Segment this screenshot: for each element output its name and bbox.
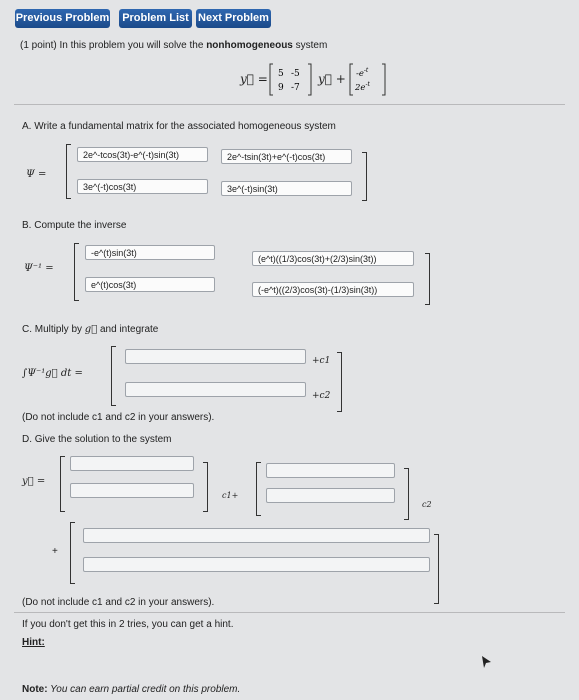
c2-coefficient-label: c2: [422, 500, 432, 509]
hint-link[interactable]: Hint:: [22, 637, 45, 648]
integral-expression: ∫Ψ⁻¹g⃗ dt =: [22, 368, 83, 379]
plus-c1-label: +c1: [312, 356, 331, 366]
system-lhs: y⃗ =: [240, 72, 268, 86]
psi-symbol: Ψ =: [26, 169, 47, 180]
divider-bottom: [14, 612, 565, 613]
psi-inverse-symbol: Ψ⁻¹ =: [24, 263, 54, 274]
inverse-cell-21[interactable]: e^(t)cos(3t): [85, 277, 215, 292]
inverse-cell-22[interactable]: (-e^t)((2/3)cos(3t)-(1/3)sin(3t)): [252, 282, 414, 297]
solution-vec2-cell-1[interactable]: [266, 463, 395, 478]
forcing-top: -e-t: [356, 67, 369, 79]
system-mid: y⃗ +: [318, 72, 346, 86]
part-c-label: C. Multiply by g⃗ and integrate: [22, 324, 159, 335]
part-d-label: D. Give the solution to the system: [22, 434, 172, 445]
solution-particular-cell-2[interactable]: [83, 557, 430, 572]
solution-right-bracket-3: [434, 534, 439, 604]
next-problem-button[interactable]: Next Problem: [196, 9, 271, 28]
solution-plus-sign: +: [52, 546, 58, 557]
psi-left-bracket: [66, 144, 71, 199]
matrix-a21: 9: [278, 83, 284, 93]
part-a-label: A. Write a fundamental matrix for the as…: [22, 121, 336, 132]
integral-right-bracket: [337, 352, 342, 412]
inverse-cell-11[interactable]: -e^(t)sin(3t): [85, 245, 215, 260]
psi-cell-21[interactable]: 3e^(-t)cos(3t): [77, 179, 208, 194]
part-c-note: (Do not include c1 and c2 in your answer…: [22, 412, 215, 423]
c1-coefficient-label: c1+: [222, 491, 239, 500]
solution-left-bracket-1: [60, 456, 65, 512]
part-d-note: (Do not include c1 and c2 in your answer…: [22, 597, 215, 608]
system-matrix-brackets: 5 -5 9 -7: [269, 63, 312, 96]
mouse-cursor-icon: [482, 656, 491, 668]
solution-right-bracket-2: [404, 468, 409, 520]
solution-left-bracket-3: [70, 522, 75, 584]
previous-problem-button[interactable]: Previous Problem: [15, 9, 110, 28]
problem-list-button[interactable]: Problem List: [119, 9, 192, 28]
intro-text: (1 point) In this problem you will solve…: [20, 40, 328, 51]
forcing-vector-brackets: -e-t 2e-t: [349, 63, 386, 96]
solution-vec2-cell-2[interactable]: [266, 488, 395, 503]
matrix-a11: 5: [278, 69, 284, 79]
partial-credit-note: Note: You can earn partial credit on thi…: [22, 684, 241, 695]
psi-cell-11[interactable]: 2e^-tcos(3t)-e^(-t)sin(3t): [77, 147, 208, 162]
solution-particular-cell-1[interactable]: [83, 528, 430, 543]
plus-c2-label: +c2: [312, 391, 331, 401]
matrix-a12: -5: [291, 69, 300, 79]
psi-cell-22[interactable]: 3e^(-t)sin(3t): [221, 181, 352, 196]
psi-cell-12[interactable]: 2e^-tsin(3t)+e^(-t)cos(3t): [221, 149, 352, 164]
hint-info-text: If you don't get this in 2 tries, you ca…: [22, 619, 234, 630]
divider-top: [14, 104, 565, 105]
forcing-bottom: 2e-t: [354, 81, 370, 93]
solution-vec1-cell-2[interactable]: [70, 483, 194, 498]
solution-right-bracket-1: [203, 462, 208, 512]
g-vector-symbol: g⃗: [84, 324, 98, 335]
integral-cell-2[interactable]: [125, 382, 306, 397]
inverse-right-bracket: [425, 253, 430, 305]
inverse-cell-12[interactable]: (e^t)((1/3)cos(3t)+(2/3)sin(3t)): [252, 251, 414, 266]
inverse-left-bracket: [74, 243, 79, 301]
integral-cell-1[interactable]: [125, 349, 306, 364]
part-b-label: B. Compute the inverse: [22, 220, 127, 231]
solution-y-symbol: y⃗ =: [22, 476, 46, 487]
system-equation: y⃗ = 5 -5 9 -7 y⃗ + -e-t 2e-t: [240, 62, 410, 98]
solution-vec1-cell-1[interactable]: [70, 456, 194, 471]
integral-left-bracket: [111, 346, 116, 406]
solution-left-bracket-2: [256, 462, 261, 516]
psi-right-bracket: [362, 152, 367, 201]
matrix-a22: -7: [291, 83, 300, 93]
